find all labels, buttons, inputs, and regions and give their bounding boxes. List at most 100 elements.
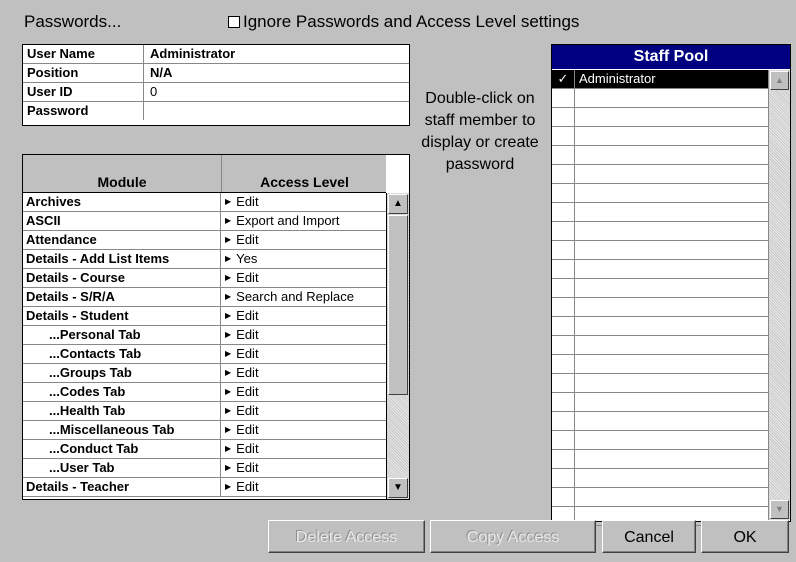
- table-row[interactable]: ...Miscellaneous Tab ▶ Edit: [23, 421, 386, 440]
- table-row[interactable]: Details - Teacher ▶ Edit: [23, 478, 386, 497]
- table-row[interactable]: ...Contacts Tab ▶ Edit: [23, 345, 386, 364]
- table-row[interactable]: Details - S/R/A ▶ Search and Replace: [23, 288, 386, 307]
- column-divider: [221, 155, 222, 192]
- list-item[interactable]: [552, 203, 768, 222]
- list-item[interactable]: [552, 260, 768, 279]
- list-item[interactable]: [552, 317, 768, 336]
- list-item[interactable]: [552, 393, 768, 412]
- module-name: Details - Course: [23, 269, 221, 287]
- list-item[interactable]: [552, 165, 768, 184]
- staff-name: [575, 374, 579, 392]
- module-scrollbar[interactable]: ▲ ▼: [386, 193, 409, 499]
- scroll-thumb[interactable]: [388, 215, 408, 395]
- table-row[interactable]: ...Health Tab ▶ Edit: [23, 402, 386, 421]
- list-item[interactable]: [552, 336, 768, 355]
- triangle-right-icon: ▶: [225, 330, 232, 339]
- list-item[interactable]: [552, 241, 768, 260]
- delete-access-button[interactable]: Delete Access: [268, 520, 425, 553]
- staff-name: [575, 393, 579, 411]
- access-level-cell[interactable]: ▶ Edit: [221, 459, 259, 477]
- staff-name: [575, 184, 579, 202]
- staff-name: [575, 89, 579, 107]
- access-level-cell[interactable]: ▶ Edit: [221, 402, 259, 420]
- list-item[interactable]: [552, 355, 768, 374]
- triangle-right-icon: ▶: [225, 254, 232, 263]
- list-item[interactable]: [552, 374, 768, 393]
- table-row[interactable]: ASCII ▶ Export and Import: [23, 212, 386, 231]
- triangle-right-icon: ▶: [225, 368, 232, 377]
- staff-name: [575, 165, 579, 183]
- check-cell: [552, 450, 575, 468]
- list-item[interactable]: [552, 298, 768, 317]
- table-row[interactable]: ...Groups Tab ▶ Edit: [23, 364, 386, 383]
- access-level-cell[interactable]: ▶ Search and Replace: [221, 288, 354, 306]
- list-item[interactable]: [552, 222, 768, 241]
- access-level-value: Edit: [236, 194, 259, 209]
- list-item[interactable]: [552, 279, 768, 298]
- list-item[interactable]: [552, 450, 768, 469]
- position-key: Position: [23, 64, 144, 82]
- scroll-down-arrow-icon[interactable]: ▼: [388, 478, 408, 498]
- copy-access-button[interactable]: Copy Access: [430, 520, 596, 553]
- access-level-cell[interactable]: ▶ Edit: [221, 345, 259, 363]
- access-level-cell[interactable]: ▶ Edit: [221, 269, 259, 287]
- list-item[interactable]: [552, 89, 768, 108]
- ok-button[interactable]: OK: [701, 520, 789, 553]
- access-level-cell[interactable]: ▶ Yes: [221, 250, 257, 268]
- list-item[interactable]: [552, 146, 768, 165]
- access-level-cell[interactable]: ▶ Edit: [221, 193, 259, 211]
- access-level-value: Edit: [236, 327, 259, 342]
- module-name: ...User Tab: [23, 459, 221, 477]
- staff-name: [575, 203, 579, 221]
- list-item[interactable]: [552, 108, 768, 127]
- password-row[interactable]: Password: [23, 102, 409, 120]
- scroll-up-arrow-icon[interactable]: ▲: [388, 194, 408, 214]
- access-level-cell[interactable]: ▶ Edit: [221, 231, 259, 249]
- table-row[interactable]: ...User Tab ▶ Edit: [23, 459, 386, 478]
- table-row[interactable]: Details - Course ▶ Edit: [23, 269, 386, 288]
- list-item[interactable]: ✓ Administrator: [552, 70, 768, 89]
- cancel-button[interactable]: Cancel: [602, 520, 696, 553]
- access-level-cell[interactable]: ▶ Edit: [221, 307, 259, 325]
- access-level-cell[interactable]: ▶ Edit: [221, 326, 259, 344]
- ignore-settings-checkbox[interactable]: Ignore Passwords and Access Level settin…: [228, 12, 579, 32]
- list-item[interactable]: [552, 488, 768, 507]
- triangle-right-icon: ▶: [225, 406, 232, 415]
- list-item[interactable]: [552, 412, 768, 431]
- check-cell: [552, 89, 575, 107]
- list-item[interactable]: [552, 469, 768, 488]
- module-column-header[interactable]: Module: [23, 174, 221, 190]
- pool-scroll-down-arrow-icon[interactable]: ▼: [770, 500, 789, 519]
- access-level-cell[interactable]: ▶ Edit: [221, 364, 259, 382]
- pool-scroll-up-arrow-icon[interactable]: ▲: [770, 71, 789, 90]
- checkbox-box[interactable]: [228, 16, 240, 28]
- access-level-cell[interactable]: ▶ Export and Import: [221, 212, 339, 230]
- table-row[interactable]: Details - Student ▶ Edit: [23, 307, 386, 326]
- access-level-cell[interactable]: ▶ Edit: [221, 383, 259, 401]
- user-name-value: Administrator: [150, 46, 236, 61]
- list-item[interactable]: [552, 127, 768, 146]
- module-name: ...Personal Tab: [23, 326, 221, 344]
- table-row[interactable]: ...Conduct Tab ▶ Edit: [23, 440, 386, 459]
- position-value: N/A: [150, 65, 173, 80]
- list-item[interactable]: [552, 184, 768, 203]
- staff-pool-scrollbar[interactable]: ▲ ▼: [768, 70, 790, 520]
- staff-name: [575, 488, 579, 506]
- ignore-settings-label: Ignore Passwords and Access Level settin…: [243, 12, 580, 31]
- table-row[interactable]: ...Codes Tab ▶ Edit: [23, 383, 386, 402]
- table-row[interactable]: Archives ▶ Edit: [23, 193, 386, 212]
- table-row[interactable]: Details - Add List Items ▶ Yes: [23, 250, 386, 269]
- staff-name: [575, 279, 579, 297]
- access-column-header[interactable]: Access Level: [223, 174, 386, 190]
- table-row[interactable]: Attendance ▶ Edit: [23, 231, 386, 250]
- check-cell: [552, 336, 575, 354]
- list-item[interactable]: [552, 431, 768, 450]
- staff-name: [575, 108, 579, 126]
- user-name-row: User Name Administrator: [23, 45, 409, 64]
- password-value[interactable]: [144, 102, 150, 120]
- access-level-cell[interactable]: ▶ Edit: [221, 421, 259, 439]
- table-row[interactable]: ...Personal Tab ▶ Edit: [23, 326, 386, 345]
- access-level-value: Edit: [236, 479, 259, 494]
- access-level-cell[interactable]: ▶ Edit: [221, 440, 259, 458]
- access-level-cell[interactable]: ▶ Edit: [221, 478, 259, 496]
